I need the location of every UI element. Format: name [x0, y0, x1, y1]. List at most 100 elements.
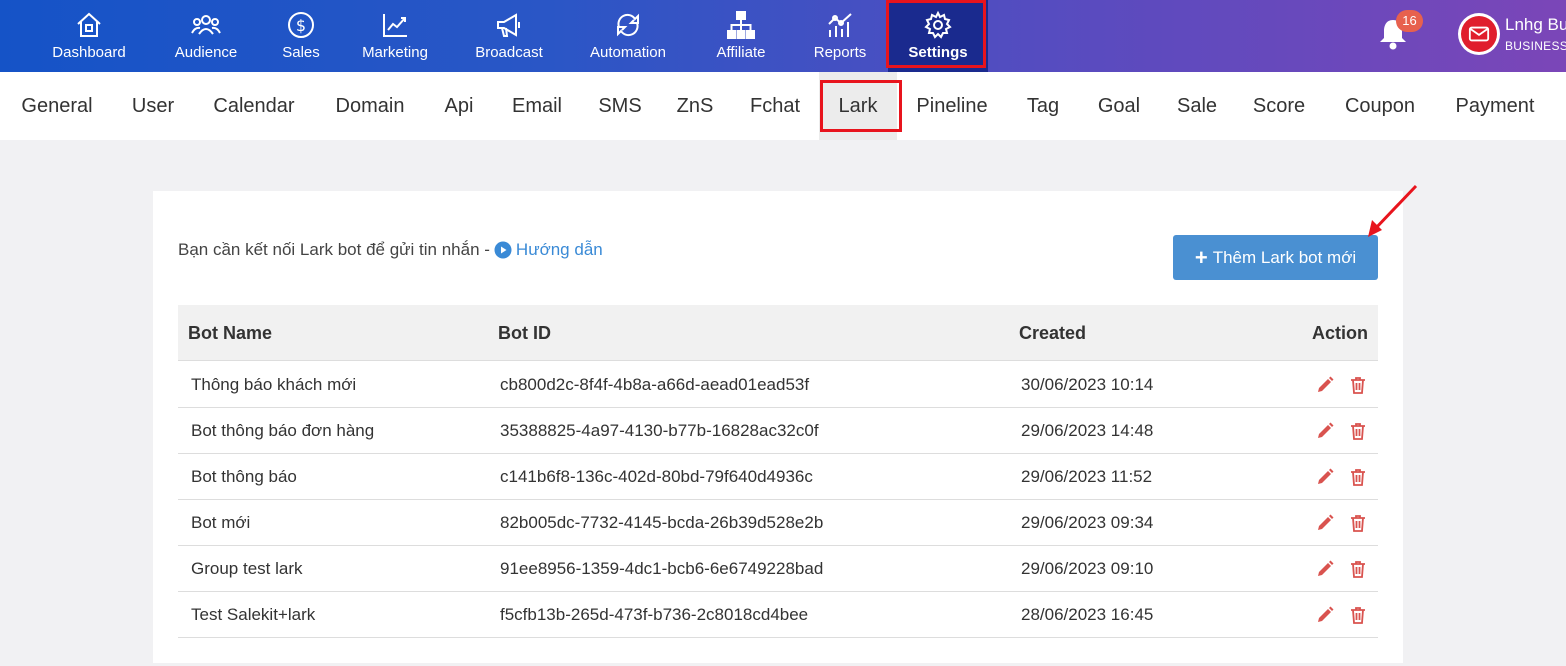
trash-icon [1351, 607, 1365, 624]
trash-icon [1351, 515, 1365, 532]
report-chart-icon [828, 13, 852, 37]
created-cell: 30/06/2023 10:14 [1021, 375, 1154, 394]
nav-label: Dashboard [52, 44, 126, 61]
nav-audience[interactable]: Audience [166, 0, 246, 72]
guide-link-label: Hướng dẫn [515, 240, 603, 259]
trash-icon [1351, 423, 1365, 440]
table-row: Thông báo khách mới cb800d2c-8f4f-4b8a-a6… [178, 362, 1378, 408]
plus-icon: + [1194, 244, 1208, 270]
tab-sale[interactable]: Sale [1168, 72, 1226, 140]
delete-button[interactable] [1348, 513, 1368, 533]
delete-button[interactable] [1348, 375, 1368, 395]
tab-general[interactable]: General [12, 72, 102, 140]
header-bot-id: Bot ID [498, 323, 551, 343]
tab-goal[interactable]: Goal [1088, 72, 1150, 140]
edit-button[interactable] [1315, 375, 1335, 395]
bot-name-cell: Bot thông báo đơn hàng [191, 421, 375, 440]
nav-sales[interactable]: $ Sales [275, 0, 327, 72]
tab-zns[interactable]: ZnS [668, 72, 722, 140]
dollar-icon: $ [288, 12, 314, 38]
pencil-icon [1318, 514, 1334, 530]
delete-button[interactable] [1348, 421, 1368, 441]
header-action: Action [1312, 323, 1368, 343]
top-navbar: Dashboard Audience $ Sales Marketing Bro… [0, 0, 1566, 72]
pencil-icon [1318, 376, 1334, 392]
nav-label: Automation [590, 44, 666, 61]
bot-name-cell: Bot mới [191, 513, 251, 532]
created-cell: 29/06/2023 09:10 [1021, 559, 1154, 578]
nav-marketing[interactable]: Marketing [354, 0, 436, 72]
tab-sms[interactable]: SMS [592, 72, 648, 140]
tab-score[interactable]: Score [1244, 72, 1314, 140]
created-cell: 29/06/2023 11:52 [1021, 467, 1153, 486]
table-row: Bot thông báo đơn hàng 35388825-4a97-4130… [178, 408, 1378, 454]
bot-id-cell: 82b005dc-7732-4145-bcda-26b39d528e2b [500, 513, 824, 532]
info-text: Bạn cần kết nối Lark bot để gửi tin nhắn… [178, 240, 490, 259]
header-bot-name: Bot Name [188, 323, 273, 343]
add-button-label: Thêm Lark bot mới [1212, 247, 1357, 267]
created-cell: 29/06/2023 14:48 [1021, 421, 1154, 440]
edit-button[interactable] [1315, 559, 1335, 579]
megaphone-icon [497, 13, 520, 37]
avatar[interactable] [1458, 13, 1500, 55]
tab-fchat[interactable]: Fchat [740, 72, 810, 140]
user-role: BUSINESS [1505, 39, 1566, 53]
nav-broadcast[interactable]: Broadcast [468, 0, 550, 72]
bot-id-cell: 91ee8956-1359-4dc1-bcb6-6e6749228bad [500, 559, 824, 578]
tab-lark[interactable]: Lark [819, 72, 897, 140]
nav-label: Affiliate [716, 44, 766, 61]
delete-button[interactable] [1348, 559, 1368, 579]
home-icon [77, 12, 101, 37]
svg-text:$: $ [296, 16, 306, 35]
settings-tabs: General User Calendar Domain Api Email S… [0, 72, 1566, 140]
user-name[interactable]: Lnhg Bu [1505, 15, 1566, 35]
tab-user[interactable]: User [122, 72, 184, 140]
nav-dashboard[interactable]: Dashboard [44, 0, 134, 72]
tab-coupon[interactable]: Coupon [1334, 72, 1426, 140]
tab-api[interactable]: Api [436, 72, 482, 140]
table-row: Bot mới 82b005dc-7732-4145-bcda-26b39d528… [178, 500, 1378, 546]
bot-name-cell: Thông báo khách mới [191, 375, 357, 394]
pencil-icon [1318, 468, 1334, 484]
nav-label: Reports [813, 44, 867, 61]
nav-affiliate[interactable]: Affiliate [708, 0, 774, 72]
table-row: Test Salekit+lark f5cfb13b-265d-473f-b736… [178, 592, 1378, 638]
nav-label: Broadcast [475, 44, 543, 61]
header-created: Created [1019, 323, 1087, 343]
nav-settings[interactable]: Settings [888, 0, 988, 72]
bot-id-cell: 35388825-4a97-4130-b77b-16828ac32c0f [500, 421, 819, 440]
table-row: Group test lark 91ee8956-1359-4dc1-bcb6-6… [178, 546, 1378, 592]
nav-label: Marketing [362, 44, 428, 61]
edit-button[interactable] [1315, 605, 1335, 625]
edit-button[interactable] [1315, 467, 1335, 487]
tab-tag[interactable]: Tag [1018, 72, 1068, 140]
edit-button[interactable] [1315, 421, 1335, 441]
edit-button[interactable] [1315, 513, 1335, 533]
bot-name-cell: Bot thông báo [191, 467, 297, 486]
guide-link[interactable]: Hướng dẫn [494, 240, 603, 260]
table-row: Bot thông báo c141b6f8-136c-402d-80bd-79f… [178, 454, 1378, 500]
nav-reports[interactable]: Reports [806, 0, 874, 72]
trash-icon [1351, 377, 1365, 394]
tab-payment[interactable]: Payment [1446, 72, 1544, 140]
notification-badge: 16 [1396, 10, 1423, 32]
users-icon [191, 15, 221, 35]
add-lark-bot-button[interactable]: + Thêm Lark bot mới [1173, 235, 1378, 280]
sync-icon [617, 13, 639, 37]
created-cell: 28/06/2023 16:45 [1021, 605, 1154, 624]
nav-label: Audience [174, 44, 238, 61]
trash-icon [1351, 561, 1365, 578]
tab-domain[interactable]: Domain [324, 72, 416, 140]
tab-calendar[interactable]: Calendar [202, 72, 306, 140]
network-icon [727, 11, 755, 39]
nav-automation[interactable]: Automation [580, 0, 676, 72]
delete-button[interactable] [1348, 467, 1368, 487]
chart-up-icon [383, 14, 407, 37]
mail-icon [1468, 26, 1490, 42]
trash-icon [1351, 469, 1365, 486]
delete-button[interactable] [1348, 605, 1368, 625]
bot-name-cell: Test Salekit+lark [191, 605, 316, 624]
tab-pineline[interactable]: Pineline [906, 72, 998, 140]
tab-email[interactable]: Email [502, 72, 572, 140]
bot-id-cell: c141b6f8-136c-402d-80bd-79f640d4936c [500, 467, 813, 486]
